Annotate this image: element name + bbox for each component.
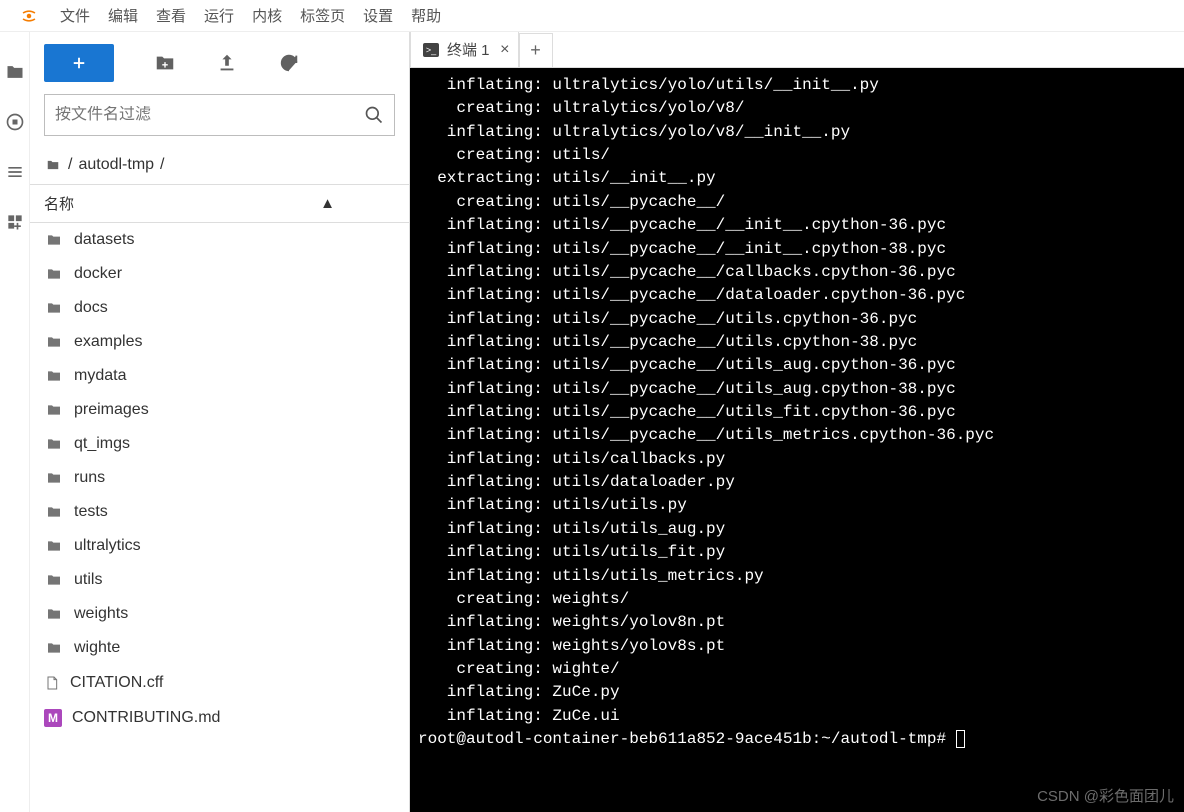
file-name: CONTRIBUTING.md — [72, 709, 220, 727]
folder-icon — [44, 504, 64, 520]
file-name: mydata — [74, 367, 126, 385]
file-name: docs — [74, 299, 108, 317]
folder-icon — [44, 300, 64, 316]
menu-tabs[interactable]: 标签页 — [300, 5, 345, 26]
file-list-header[interactable]: 名称 ▲ — [30, 184, 409, 223]
new-folder-icon[interactable] — [154, 52, 176, 74]
list-item[interactable]: wighte — [30, 631, 409, 665]
folder-icon — [44, 368, 64, 384]
tab-label: 终端 1 — [447, 39, 490, 60]
upload-icon[interactable] — [216, 52, 238, 74]
file-name: utils — [74, 571, 102, 589]
folder-icon — [44, 470, 64, 486]
file-name: tests — [74, 503, 108, 521]
list-item[interactable]: utils — [30, 563, 409, 597]
folder-icon — [44, 640, 64, 656]
folder-icon — [44, 158, 62, 172]
tab-terminal[interactable]: >_ 终端 1 × — [410, 32, 519, 67]
menu-run[interactable]: 运行 — [204, 5, 234, 26]
menu-bar: 文件 编辑 查看 运行 内核 标签页 设置 帮助 — [0, 0, 1184, 32]
file-name: examples — [74, 333, 142, 351]
tab-bar: >_ 终端 1 × + — [410, 32, 1184, 68]
header-name: 名称 — [44, 193, 74, 214]
jupyter-logo — [20, 7, 38, 25]
list-item[interactable]: runs — [30, 461, 409, 495]
list-item[interactable]: CITATION.cff — [30, 665, 409, 701]
file-name: qt_imgs — [74, 435, 130, 453]
list-item[interactable]: examples — [30, 325, 409, 359]
activity-bar — [0, 32, 30, 812]
folder-icon — [44, 572, 64, 588]
filter-box[interactable] — [44, 94, 395, 136]
folder-icon — [44, 266, 64, 282]
menu-help[interactable]: 帮助 — [411, 5, 441, 26]
folder-icon — [44, 538, 64, 554]
extension-icon[interactable] — [5, 212, 25, 232]
list-item[interactable]: docker — [30, 257, 409, 291]
list-item[interactable]: docs — [30, 291, 409, 325]
breadcrumb-root[interactable]: / — [68, 156, 72, 174]
markdown-icon: M — [44, 709, 62, 727]
refresh-icon[interactable] — [278, 52, 300, 74]
file-name: datasets — [74, 231, 134, 249]
list-item[interactable]: mydata — [30, 359, 409, 393]
file-name: docker — [74, 265, 122, 283]
running-icon[interactable] — [5, 112, 25, 132]
add-tab-button[interactable]: + — [519, 33, 553, 67]
file-name: weights — [74, 605, 128, 623]
list-item[interactable]: preimages — [30, 393, 409, 427]
list-icon[interactable] — [5, 162, 25, 182]
breadcrumb[interactable]: / autodl-tmp / — [30, 148, 409, 184]
list-item[interactable]: weights — [30, 597, 409, 631]
folder-icon — [44, 334, 64, 350]
search-icon — [364, 105, 384, 125]
menu-kernel[interactable]: 内核 — [252, 5, 282, 26]
new-button[interactable] — [44, 44, 114, 82]
file-browser: / autodl-tmp / 名称 ▲ datasets docker docs ex… — [30, 32, 410, 812]
filter-input[interactable] — [55, 106, 364, 124]
folder-icon — [44, 436, 64, 452]
list-item[interactable]: qt_imgs — [30, 427, 409, 461]
folder-icon[interactable] — [5, 62, 25, 82]
close-icon[interactable]: × — [500, 41, 509, 59]
terminal-output[interactable]: inflating: ultralytics/yolo/utils/__init… — [410, 68, 1184, 812]
breadcrumb-path[interactable]: autodl-tmp — [78, 156, 154, 174]
folder-icon — [44, 606, 64, 622]
folder-icon — [44, 232, 64, 248]
menu-settings[interactable]: 设置 — [363, 5, 393, 26]
list-item[interactable]: ultralytics — [30, 529, 409, 563]
file-name: runs — [74, 469, 105, 487]
list-item[interactable]: M CONTRIBUTING.md — [30, 701, 409, 735]
menu-file[interactable]: 文件 — [60, 5, 90, 26]
sort-caret-icon: ▲ — [320, 195, 335, 212]
file-name: wighte — [74, 639, 120, 657]
file-icon — [44, 673, 60, 693]
menu-edit[interactable]: 编辑 — [108, 5, 138, 26]
breadcrumb-tail: / — [160, 156, 164, 174]
file-list[interactable]: datasets docker docs examples mydata preimage… — [30, 223, 409, 812]
terminal-icon: >_ — [423, 43, 439, 57]
terminal-cursor — [956, 730, 965, 748]
file-toolbar — [30, 32, 409, 94]
file-name: preimages — [74, 401, 149, 419]
list-item[interactable]: datasets — [30, 223, 409, 257]
folder-icon — [44, 402, 64, 418]
menu-view[interactable]: 查看 — [156, 5, 186, 26]
file-name: CITATION.cff — [70, 674, 163, 692]
file-name: ultralytics — [74, 537, 141, 555]
list-item[interactable]: tests — [30, 495, 409, 529]
